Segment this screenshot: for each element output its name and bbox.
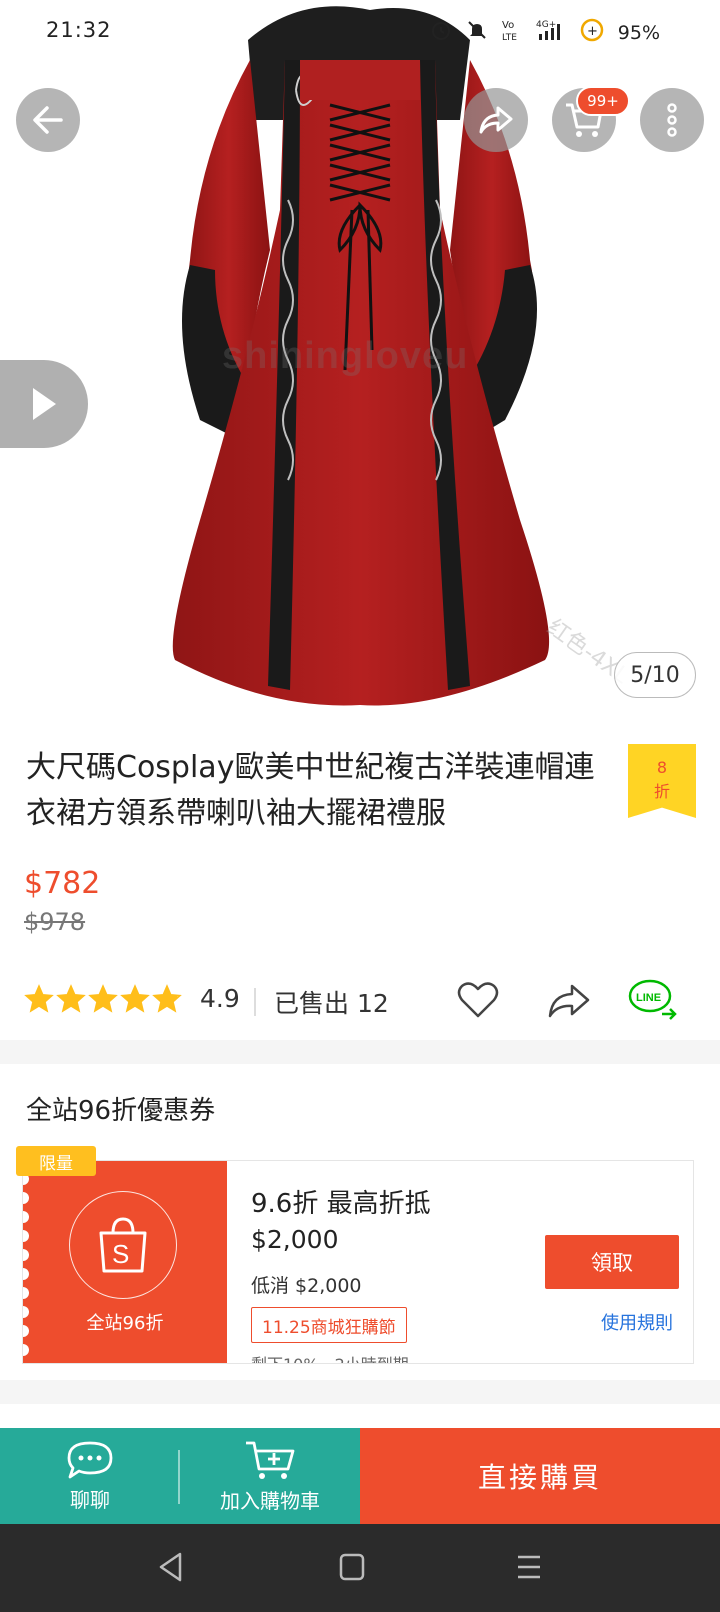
shop-icon-letter: S [112, 1239, 129, 1269]
product-title: 大尺碼Cosplay歐美中世紀複古洋裝連帽連衣裙方領系帶喇叭袖大擺裙禮服 [26, 750, 595, 831]
coupon-event-tag: 11.25商城狂購節 [251, 1307, 407, 1343]
more-options-button[interactable] [640, 88, 704, 152]
bottom-action-bar: 聊聊 加入購物車 直接購買 [0, 1428, 720, 1524]
image-counter: 5/10 [614, 652, 696, 698]
star-icon [152, 984, 182, 1013]
cart-count-badge: 99+ [576, 86, 630, 116]
coupon-min-spend: 低消 $2,000 [251, 1275, 362, 1297]
coupon-left-label: 全站96折 [86, 1313, 164, 1334]
add-to-cart-label: 加入購物車 [220, 1488, 320, 1513]
star-icon [24, 984, 54, 1013]
rating-stars [24, 984, 182, 1014]
star-icon [120, 984, 150, 1013]
discount-badge: 8 折 [628, 744, 696, 818]
share-icon[interactable] [546, 980, 592, 1024]
star-icon [88, 984, 118, 1013]
coupon-amount: $2,000 [251, 1225, 339, 1254]
coupon-remaining: 剩下10%，2小時到期 [251, 1351, 409, 1363]
chat-label: 聊聊 [70, 1487, 110, 1512]
alarm-icon [430, 19, 452, 46]
discount-number: 8 [656, 758, 668, 777]
image-watermark: shiningloveu [222, 335, 469, 377]
coupon-section-heading: 全站96折優惠券 [26, 1096, 216, 1126]
favorite-heart-icon[interactable] [456, 978, 500, 1026]
coupon-left-panel: S 全站96折 [23, 1161, 227, 1363]
action-teal-group: 聊聊 加入購物車 [0, 1428, 360, 1524]
coupon-card[interactable]: S 全站96折 9.6折 最高折抵 $2,000 低消 $2,000 11.25… [22, 1160, 694, 1364]
arrow-left-icon [33, 106, 63, 134]
nav-back-icon[interactable] [156, 1550, 186, 1588]
line-share-icon[interactable]: LINE [628, 978, 680, 1028]
more-vertical-icon [667, 103, 677, 137]
add-to-cart-button[interactable]: 加入購物車 [180, 1428, 360, 1524]
volte-icon: Vo LTE [502, 18, 522, 47]
system-navigation-bar [0, 1524, 720, 1612]
section-divider-2 [0, 1380, 720, 1404]
rating-value: 4.9 [200, 984, 240, 1013]
nav-menu-icon[interactable] [514, 1550, 544, 1588]
nav-home-icon[interactable] [337, 1550, 367, 1588]
shopee-bag-icon: S [69, 1191, 177, 1299]
status-time: 21:32 [46, 18, 112, 42]
battery-percent: 95% [617, 21, 660, 44]
share-arrow-icon [479, 106, 513, 134]
mute-icon [466, 19, 488, 46]
add-cart-icon [246, 1441, 295, 1479]
rating-row: 4.9 已售出 12 LINE [24, 979, 704, 1024]
status-bar: 21:32 Vo LTE 4G+ + 95% [0, 0, 720, 64]
svg-text:+: + [587, 24, 598, 39]
limited-badge: 限量 [16, 1146, 96, 1176]
svg-text:LTE: LTE [502, 33, 517, 42]
claim-coupon-button[interactable]: 領取 [545, 1235, 679, 1289]
svg-text:Vo: Vo [502, 20, 514, 31]
status-icons: Vo LTE 4G+ + 95% [430, 18, 660, 47]
coupon-rules-link[interactable]: 使用規則 [601, 1309, 673, 1335]
play-video-button[interactable] [0, 360, 88, 448]
divider [254, 988, 256, 1016]
section-divider [0, 1040, 720, 1064]
chat-bubble-icon [67, 1441, 113, 1478]
4g-signal-icon: 4G+ [536, 18, 566, 47]
back-button[interactable] [16, 88, 80, 152]
chat-button[interactable]: 聊聊 [0, 1428, 180, 1524]
original-price: $978 [24, 908, 86, 936]
star-icon [56, 984, 86, 1013]
current-price: $782 [24, 866, 101, 901]
line-label: LINE [636, 992, 661, 1004]
sold-count: 已售出 12 [274, 989, 389, 1018]
play-icon [33, 388, 56, 420]
coupon-title: 9.6折 最高折抵 [251, 1189, 431, 1219]
share-button[interactable] [464, 88, 528, 152]
buy-now-button[interactable]: 直接購買 [360, 1428, 720, 1524]
battery-saver-icon: + [580, 18, 604, 47]
discount-unit: 折 [653, 782, 670, 801]
